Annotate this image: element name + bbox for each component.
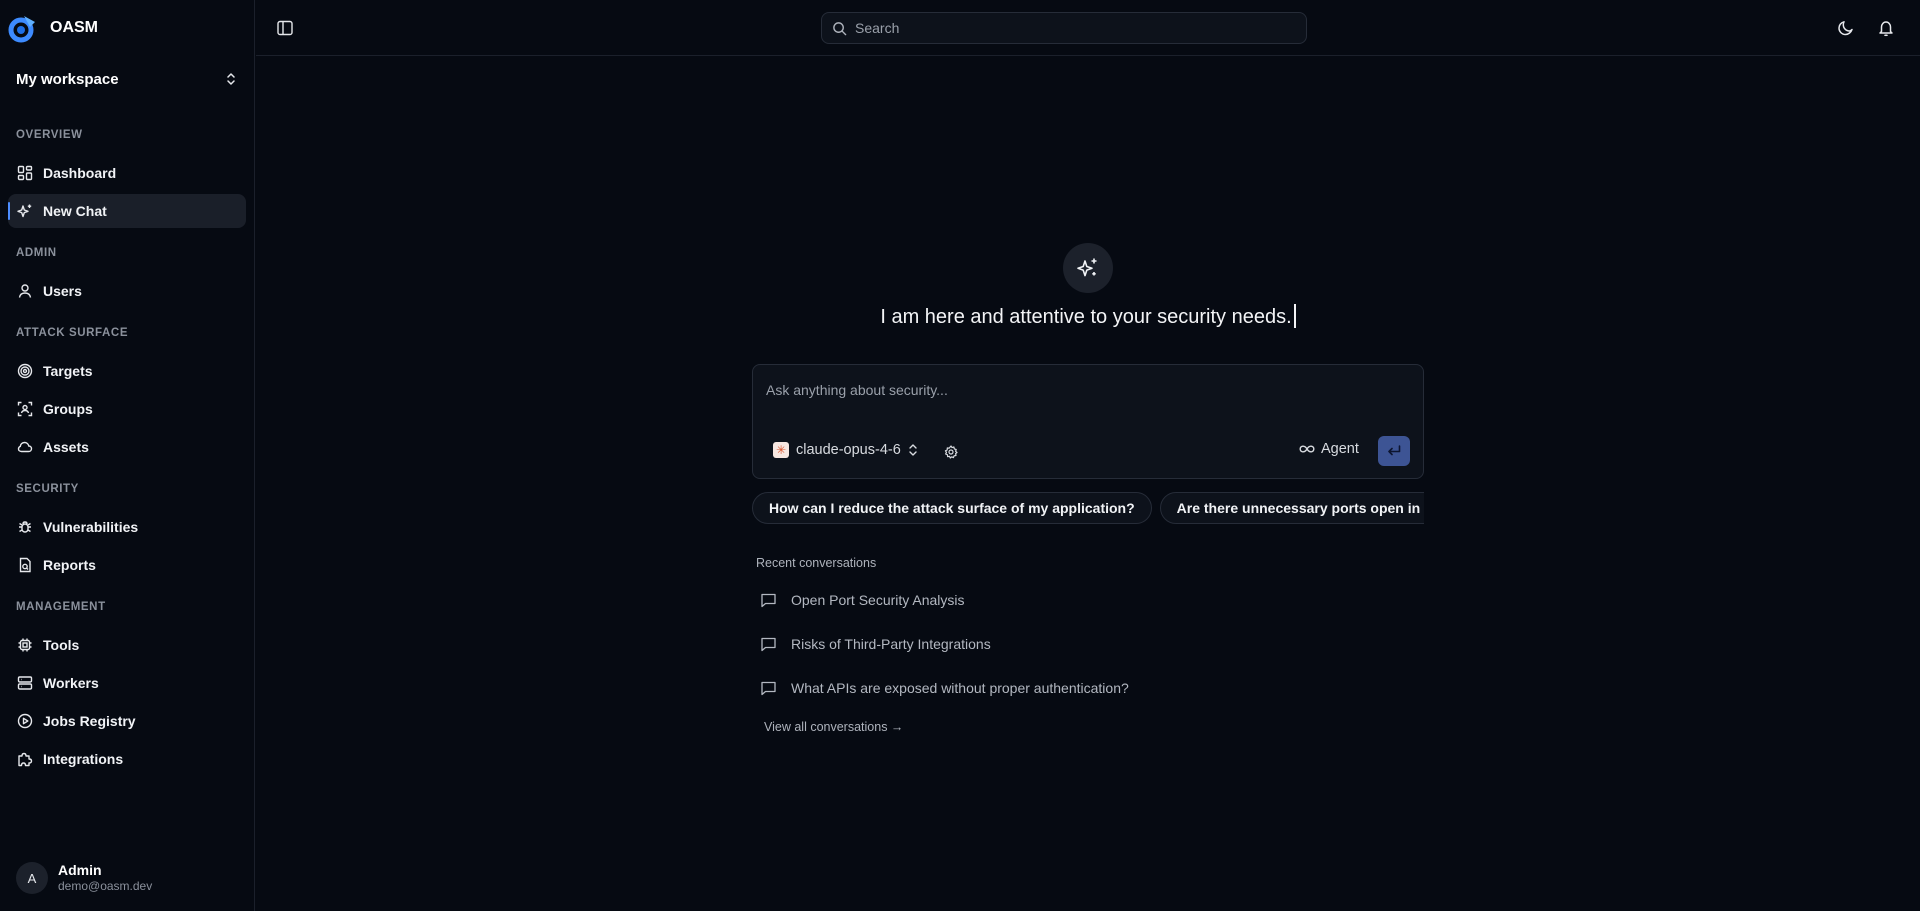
sidebar-item-targets[interactable]: Targets — [8, 354, 246, 388]
text-caret — [1293, 304, 1296, 328]
server-icon — [17, 676, 33, 690]
file-report-icon — [19, 557, 31, 573]
search-icon — [833, 21, 847, 35]
message-square-icon — [761, 637, 776, 652]
top-header — [256, 0, 1920, 56]
brand-name: OASM — [50, 19, 98, 36]
sidebar-item-new-chat[interactable]: New Chat — [8, 194, 246, 228]
user-email: demo@oasm.dev — [58, 879, 153, 893]
message-square-icon — [761, 681, 776, 696]
grid-icon — [17, 165, 33, 181]
scan-group-icon — [17, 401, 33, 417]
sidebar-item-label: Vulnerabilities — [43, 519, 139, 535]
section-label-attack-surface: ATTACK SURFACE — [16, 327, 129, 339]
sidebar-item-assets[interactable]: Assets — [8, 430, 246, 464]
avatar: A — [16, 862, 48, 894]
user-name: Admin — [58, 862, 102, 878]
section-label-admin: ADMIN — [16, 247, 57, 259]
view-all-conversations-link[interactable]: View all conversations → — [764, 720, 903, 734]
sidebar-item-groups[interactable]: Groups — [8, 392, 246, 426]
hero-text: I am here and attentive to your security… — [752, 304, 1424, 329]
recent-conversation-label: Open Port Security Analysis — [791, 592, 965, 608]
sidebar-item-vulnerabilities[interactable]: Vulnerabilities — [8, 510, 246, 544]
user-profile[interactable]: A Admin demo@oasm.dev — [16, 862, 152, 894]
send-button[interactable] — [1378, 436, 1410, 466]
sidebar-item-reports[interactable]: Reports — [8, 548, 246, 582]
user-info: Admin demo@oasm.dev — [58, 862, 152, 894]
section-label-overview: OVERVIEW — [16, 129, 83, 141]
hero-badge — [1063, 243, 1113, 293]
sidebar-item-label: Groups — [43, 401, 93, 417]
sidebar-item-label: Reports — [43, 557, 96, 573]
search-bar[interactable] — [821, 12, 1307, 44]
sidebar-item-label: Dashboard — [43, 165, 117, 181]
message-square-icon — [761, 593, 776, 608]
agent-label: Agent — [1321, 441, 1359, 457]
sidebar-item-integrations[interactable]: Integrations — [8, 742, 246, 776]
suggestion-chip[interactable]: How can I reduce the attack surface of m… — [752, 492, 1152, 524]
suggestion-chip[interactable]: Are there unnecessary ports open in my — [1159, 492, 1424, 524]
recent-conversation-item[interactable]: What APIs are exposed without proper aut… — [760, 675, 1280, 701]
play-circle-icon — [17, 713, 33, 729]
recent-conversation-item[interactable]: Risks of Third-Party Integrations — [760, 631, 1280, 657]
brand[interactable]: OASM — [8, 13, 98, 43]
sidebar-item-label: Jobs Registry — [43, 713, 136, 729]
chat-composer: ✳ claude-opus-4-6 Agent — [752, 364, 1424, 479]
sparkles-icon — [17, 204, 32, 218]
workspace-switcher[interactable]: My workspace — [16, 68, 238, 90]
model-name: claude-opus-4-6 — [796, 442, 901, 458]
cpu-icon — [18, 638, 32, 652]
sidebar-item-label: Assets — [43, 439, 89, 455]
sparkles-icon — [1077, 258, 1097, 277]
suggestion-chips: How can I reduce the attack surface of m… — [752, 492, 1424, 526]
sidebar-toggle-icon[interactable] — [276, 19, 294, 37]
bell-icon[interactable] — [1877, 19, 1895, 37]
sidebar: OASM My workspace OVERVIEW Dashboard New… — [0, 0, 255, 911]
chat-input[interactable] — [766, 379, 1406, 401]
recent-conversation-item[interactable]: Open Port Security Analysis — [760, 587, 1280, 613]
sidebar-item-label: Targets — [43, 363, 93, 379]
user-icon — [18, 284, 32, 298]
sidebar-item-label: Tools — [43, 637, 80, 653]
sidebar-item-tools[interactable]: Tools — [8, 628, 246, 662]
hero-text-content: I am here and attentive to your security… — [880, 306, 1292, 328]
recent-conversation-label: Risks of Third-Party Integrations — [791, 636, 991, 652]
sidebar-item-users[interactable]: Users — [8, 274, 246, 308]
bug-icon — [19, 521, 31, 533]
anthropic-logo-icon: ✳ — [773, 442, 789, 458]
sidebar-item-dashboard[interactable]: Dashboard — [8, 156, 246, 190]
sidebar-item-label: Workers — [43, 675, 99, 691]
target-icon — [17, 363, 33, 379]
chevron-up-down-icon — [909, 444, 917, 456]
cloud-icon — [17, 441, 33, 453]
infinity-icon — [1299, 445, 1315, 453]
recent-conversation-label: What APIs are exposed without proper aut… — [791, 680, 1129, 696]
recent-conversations-title: Recent conversations — [756, 556, 877, 570]
sidebar-item-jobs-registry[interactable]: Jobs Registry — [8, 704, 246, 738]
sidebar-item-label: Integrations — [43, 751, 124, 767]
section-label-security: SECURITY — [16, 483, 79, 495]
sidebar-item-label: Users — [43, 283, 82, 299]
sidebar-item-label: New Chat — [43, 203, 107, 219]
puzzle-icon — [18, 752, 33, 767]
agent-mode-toggle[interactable]: Agent — [1299, 441, 1359, 457]
chevron-up-down-icon — [227, 73, 235, 85]
oasm-logo-icon — [8, 16, 35, 43]
sidebar-item-workers[interactable]: Workers — [8, 666, 246, 700]
workspace-name: My workspace — [16, 70, 119, 88]
section-label-management: MANAGEMENT — [16, 601, 106, 613]
enter-arrow-icon — [1388, 445, 1401, 456]
model-selector[interactable]: ✳ claude-opus-4-6 — [773, 442, 918, 458]
gear-icon[interactable] — [944, 445, 958, 459]
moon-icon[interactable] — [1837, 19, 1855, 37]
search-input[interactable] — [855, 20, 1275, 36]
